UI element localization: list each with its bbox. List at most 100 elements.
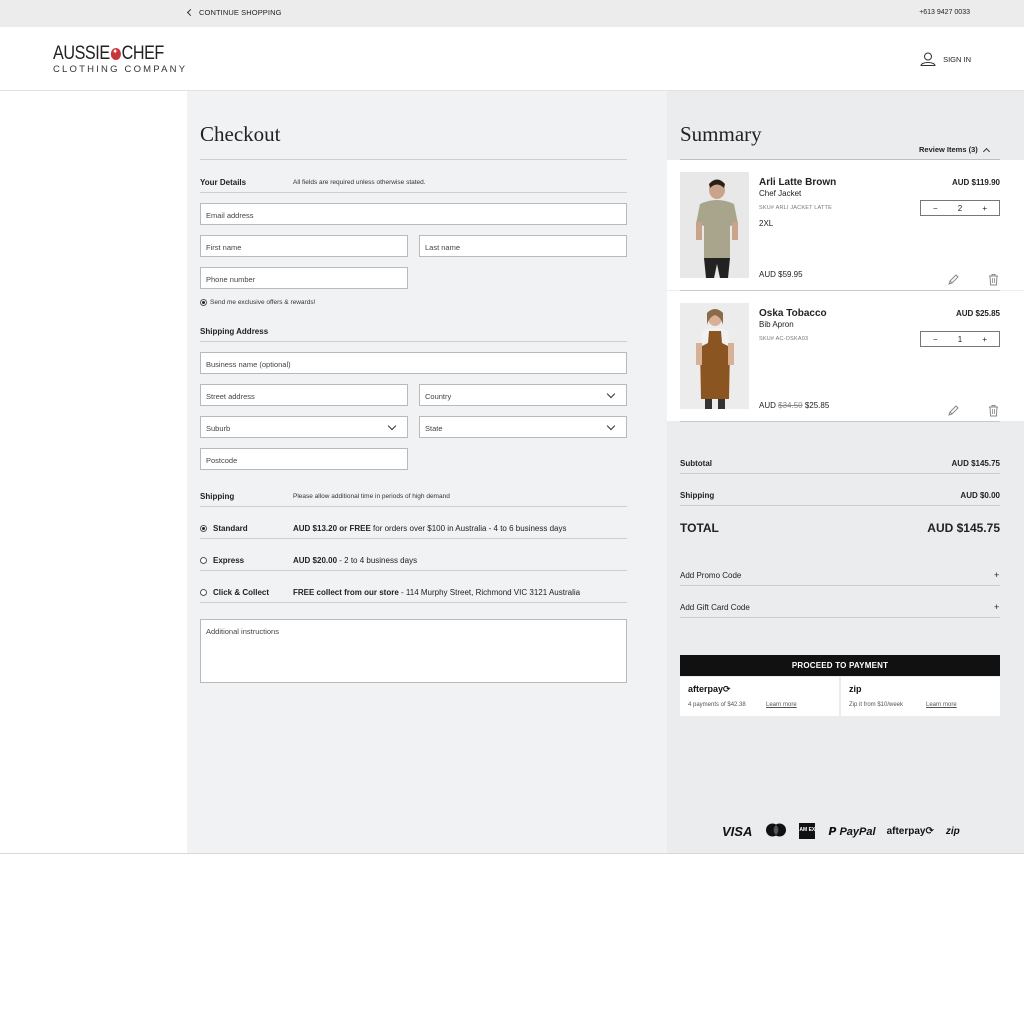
increase-button[interactable]: + — [982, 335, 987, 344]
shipping-collect-radio[interactable] — [200, 589, 207, 596]
country-select[interactable]: Country — [419, 384, 627, 406]
phone-field[interactable]: Phone number — [200, 267, 408, 289]
afterpay-learn-more-link[interactable]: Learn more — [766, 702, 797, 708]
first-name-field[interactable]: First name — [200, 235, 408, 257]
product-type: Chef Jacket — [759, 189, 802, 198]
shipping-express-radio[interactable] — [200, 557, 207, 564]
zip-logo: zip — [849, 684, 862, 694]
decrease-button[interactable]: − — [933, 204, 938, 213]
afterpay-footer-logo: afterpay⟳ — [886, 825, 934, 837]
chevron-down-icon — [606, 389, 616, 399]
shipping-heading: Shipping — [200, 492, 235, 501]
details-note: All fields are required unless otherwise… — [293, 179, 426, 186]
chevron-down-icon — [606, 421, 616, 431]
continue-shopping-label: CONTINUE SHOPPING — [199, 8, 282, 17]
shipping-standard-text: for orders over $100 in Australia - 4 to… — [370, 524, 567, 533]
paypal-logo-text: PayPal — [839, 825, 876, 838]
product-sku: SKU# AC-OSKA03 — [759, 336, 809, 342]
payment-methods: VISA AM EX 𝙋 PayPal afterpay⟳ zip — [722, 823, 960, 839]
amex-logo-text: AM EX — [799, 827, 816, 834]
plus-icon[interactable]: + — [994, 602, 999, 612]
shipping-standard-radio[interactable] — [200, 525, 207, 532]
offers-label: Send me exclusive offers & rewards! — [210, 299, 316, 306]
sign-in-button[interactable]: SIGN IN — [920, 52, 971, 66]
total-value: AUD $145.75 — [927, 521, 1000, 535]
zip-footer-logo: zip — [945, 825, 960, 837]
country-select-label: Country — [425, 392, 452, 401]
suburb-select[interactable]: Suburb — [200, 416, 408, 438]
divider — [200, 192, 627, 193]
site-header: AUSSIE CHEF CLOTHING COMPANY SIGN IN — [0, 27, 1024, 91]
divider — [680, 617, 1000, 618]
shipping-collect-price: FREE collect from our store — [293, 588, 399, 597]
subtotal-value: AUD $145.75 — [951, 459, 1000, 468]
state-select[interactable]: State — [419, 416, 627, 438]
shipping-summary-label: Shipping — [680, 491, 715, 500]
divider — [680, 505, 1000, 506]
shipping-address-heading: Shipping Address — [200, 327, 269, 336]
increase-button[interactable]: + — [982, 204, 987, 213]
business-name-field[interactable]: Business name (optional) — [200, 352, 627, 374]
street-address-field[interactable]: Street address — [200, 384, 408, 406]
trash-icon[interactable] — [988, 273, 999, 286]
suburb-select-label: Suburb — [206, 424, 231, 433]
total-label: TOTAL — [680, 521, 719, 535]
decrease-button[interactable]: − — [933, 335, 938, 344]
divider — [680, 473, 1000, 474]
quantity-stepper[interactable]: − 1 + — [920, 331, 1000, 347]
divider — [200, 341, 627, 342]
subtotal-label: Subtotal — [680, 459, 712, 468]
product-image[interactable] — [680, 303, 749, 409]
trash-icon[interactable] — [988, 404, 999, 417]
shipping-collect-label[interactable]: Click & Collect — [213, 588, 269, 597]
amex-logo: AM EX — [799, 823, 816, 839]
continue-shopping-link[interactable]: CONTINUE SHOPPING — [186, 8, 282, 17]
shipping-note: Please allow additional time in periods … — [293, 493, 450, 500]
plus-icon[interactable]: + — [994, 570, 999, 580]
shipping-summary-value: AUD $0.00 — [960, 491, 1000, 500]
chevron-left-icon — [186, 8, 195, 17]
promo-code-toggle[interactable]: Add Promo Code — [680, 571, 741, 580]
chevron-down-icon — [387, 421, 397, 431]
logo-text-a: AUSSIE — [53, 43, 110, 64]
shipping-standard-desc: AUD $13.20 or FREE for orders over $100 … — [293, 524, 566, 533]
shipping-collect-text: - 114 Murphy Street, Richmond VIC 3121 A… — [398, 588, 581, 597]
quantity-stepper[interactable]: − 2 + — [920, 200, 1000, 216]
divider — [200, 159, 627, 160]
email-field[interactable]: Email address — [200, 203, 627, 225]
review-items-label: Review Items (3) — [919, 145, 978, 154]
logo-text-b: CHEF — [121, 43, 165, 64]
logo-star-icon — [110, 47, 121, 60]
last-name-field[interactable]: Last name — [419, 235, 627, 257]
product-image[interactable] — [680, 172, 749, 278]
sale-price: $25.85 — [804, 401, 830, 410]
gift-card-toggle[interactable]: Add Gift Card Code — [680, 603, 750, 612]
postcode-field[interactable]: Postcode — [200, 448, 408, 470]
shipping-standard-label[interactable]: Standard — [213, 524, 248, 533]
zip-learn-more-link[interactable]: Learn more — [926, 702, 957, 708]
edit-icon[interactable] — [947, 404, 960, 417]
offers-checkbox[interactable] — [200, 299, 207, 306]
user-icon — [920, 52, 936, 66]
review-items-toggle[interactable]: Review Items (3) — [919, 145, 990, 155]
shipping-express-price: AUD $20.00 — [293, 556, 338, 565]
afterpay-panel: afterpay⟳ 4 payments of $42.38 Learn mor… — [680, 677, 839, 716]
logo[interactable]: AUSSIE CHEF CLOTHING COMPANY — [53, 43, 187, 75]
unit-price: AUD $59.95 — [759, 270, 803, 279]
edit-icon[interactable] — [947, 273, 960, 286]
additional-instructions-field[interactable]: Additional instructions — [200, 619, 627, 683]
phone-number[interactable]: +613 9427 0033 — [919, 9, 970, 16]
proceed-to-payment-button[interactable]: PROCEED TO PAYMENT — [680, 655, 1000, 676]
chevron-up-icon — [982, 147, 990, 155]
divider — [200, 570, 627, 571]
your-details-heading: Your Details — [200, 178, 247, 187]
product-name[interactable]: Oska Tobacco — [759, 308, 827, 319]
product-name[interactable]: Arli Latte Brown — [759, 177, 836, 188]
logo-subtitle: CLOTHING COMPANY — [53, 64, 188, 75]
product-type: Bib Apron — [759, 320, 794, 329]
line-total: AUD $25.85 — [955, 309, 1000, 318]
shipping-express-label[interactable]: Express — [213, 556, 244, 565]
zip-installments: Zip it from $10/week — [849, 702, 904, 708]
divider — [200, 602, 627, 603]
divider — [200, 506, 627, 507]
